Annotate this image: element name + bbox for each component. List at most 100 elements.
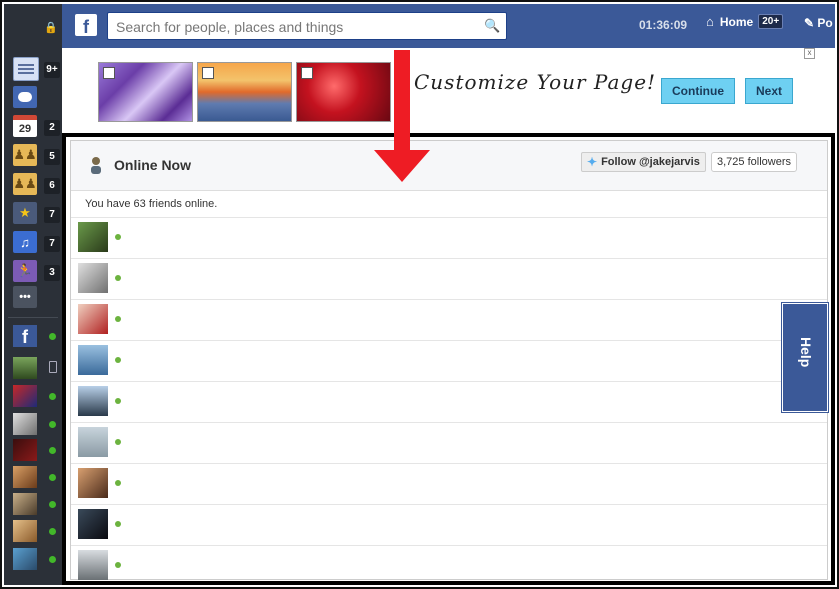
theme-thumbnail-purple[interactable]	[98, 62, 193, 122]
friends-online-text: You have 63 friends online.	[85, 198, 218, 210]
customize-title: Customize Your Page!	[414, 70, 657, 94]
help-tab[interactable]: Help	[781, 302, 829, 413]
online-status-dot	[49, 333, 56, 340]
friend-avatar[interactable]	[78, 263, 108, 293]
friend-avatar[interactable]	[78, 345, 108, 375]
row-divider	[71, 340, 827, 341]
row-divider	[71, 381, 827, 382]
sidebar-divider	[8, 317, 58, 318]
online-status-dot	[115, 316, 121, 322]
home-notification-badge: 20+	[758, 14, 784, 29]
red-arrow-head	[374, 150, 430, 182]
twitter-bird-icon: ✦	[587, 155, 598, 169]
friend-avatar[interactable]	[78, 550, 108, 580]
chat-friend-avatar[interactable]	[13, 357, 37, 379]
theme-checkbox[interactable]	[301, 67, 313, 79]
fitness-count: 3	[44, 265, 60, 281]
online-status-dot	[49, 501, 56, 508]
music-icon[interactable]: ♫	[13, 231, 37, 253]
favorites-star-icon[interactable]: ★	[13, 202, 37, 224]
post-label: Po	[817, 16, 833, 30]
online-status-dot	[49, 556, 56, 563]
chat-friend-avatar[interactable]	[13, 520, 37, 542]
calendar-icon[interactable]: 29	[13, 115, 37, 137]
theme-checkbox[interactable]	[103, 67, 115, 79]
row-divider	[71, 217, 827, 218]
row-divider	[71, 422, 827, 423]
groups-count-1: 5	[44, 149, 60, 165]
chat-friend-avatar[interactable]: f	[13, 325, 37, 347]
online-status-dot	[115, 234, 121, 240]
left-sidebar: 🔒 9+ 29 2 ♟♟ 5 ♟♟ 6 ★ 7 ♫ 7 🏃 3 ••• f	[4, 4, 62, 585]
clock-display: 01:36:09	[639, 18, 688, 32]
calendar-count: 2	[44, 120, 60, 136]
panel-header: Online Now ✦ Follow @jakejarvis 3,725 fo…	[71, 141, 827, 191]
online-status-dot	[115, 521, 121, 527]
search-icon[interactable]: 🔍	[484, 18, 500, 34]
online-status-dot	[115, 275, 121, 281]
news-feed-icon[interactable]	[13, 57, 39, 81]
friend-avatar[interactable]	[78, 304, 108, 334]
online-status-dot	[115, 439, 121, 445]
lock-icon[interactable]: 🔒	[44, 21, 58, 34]
music-count: 7	[44, 236, 60, 252]
online-status-dot	[115, 398, 121, 404]
post-link[interactable]: ✎ Po	[804, 16, 833, 30]
home-link[interactable]: ⌂ Home 20+	[706, 14, 784, 29]
customize-banner: Customize Your Page! Continue Next x	[62, 48, 835, 132]
next-button[interactable]: Next	[745, 78, 793, 104]
search-box[interactable]: 🔍	[107, 12, 507, 40]
friend-avatar[interactable]	[78, 427, 108, 457]
online-now-panel: Online Now ✦ Follow @jakejarvis 3,725 fo…	[70, 140, 828, 580]
messages-icon[interactable]	[13, 86, 37, 108]
edit-icon: ✎	[804, 16, 815, 30]
chat-friend-avatar[interactable]	[13, 466, 37, 488]
theme-thumbnail-hearts[interactable]	[296, 62, 391, 122]
home-label: Home	[719, 14, 754, 29]
friend-avatar[interactable]	[78, 386, 108, 416]
online-status-dot	[49, 393, 56, 400]
online-status-dot	[49, 447, 56, 454]
chat-friend-avatar[interactable]	[13, 493, 37, 515]
help-label: Help	[798, 337, 814, 368]
online-status-dot	[49, 421, 56, 428]
home-icon: ⌂	[706, 14, 714, 29]
groups-icon[interactable]: ♟♟	[13, 144, 37, 166]
friend-avatar[interactable]	[78, 468, 108, 498]
groups-icon[interactable]: ♟♟	[13, 173, 37, 195]
online-status-dot	[49, 474, 56, 481]
row-divider	[71, 545, 827, 546]
chat-friend-avatar[interactable]	[13, 413, 37, 435]
follow-label: Follow @jakejarvis	[601, 156, 700, 168]
groups-count-2: 6	[44, 178, 60, 194]
online-status-dot	[115, 562, 121, 568]
theme-checkbox[interactable]	[202, 67, 214, 79]
news-feed-count: 9+	[44, 62, 60, 78]
friend-avatar[interactable]	[78, 509, 108, 539]
row-divider	[71, 258, 827, 259]
chat-friend-avatar[interactable]	[13, 439, 37, 461]
row-divider	[71, 504, 827, 505]
continue-button[interactable]: Continue	[661, 78, 735, 104]
friend-avatar[interactable]	[78, 222, 108, 252]
panel-title: Online Now	[114, 157, 191, 173]
search-input[interactable]	[114, 14, 478, 40]
top-navigation-bar: f 🔍 01:36:09 ⌂ Home 20+ ✎ Po	[62, 4, 835, 48]
person-icon	[91, 157, 101, 174]
fitness-runner-icon[interactable]: 🏃	[13, 260, 37, 282]
online-status-dot	[115, 357, 121, 363]
facebook-logo-icon[interactable]: f	[75, 14, 97, 37]
online-status-dot	[115, 480, 121, 486]
online-status-dot	[49, 528, 56, 535]
twitter-follow-button[interactable]: ✦ Follow @jakejarvis	[581, 152, 706, 172]
chat-friend-avatar[interactable]	[13, 385, 37, 407]
followers-count[interactable]: 3,725 followers	[711, 152, 797, 172]
mobile-icon	[49, 361, 57, 373]
theme-thumbnail-sunset[interactable]	[197, 62, 292, 122]
row-divider	[71, 299, 827, 300]
red-arrow-shaft	[394, 50, 410, 153]
favorites-count: 7	[44, 207, 60, 223]
more-icon[interactable]: •••	[13, 286, 37, 308]
chat-friend-avatar[interactable]	[13, 548, 37, 570]
close-banner-icon[interactable]: x	[804, 48, 815, 59]
